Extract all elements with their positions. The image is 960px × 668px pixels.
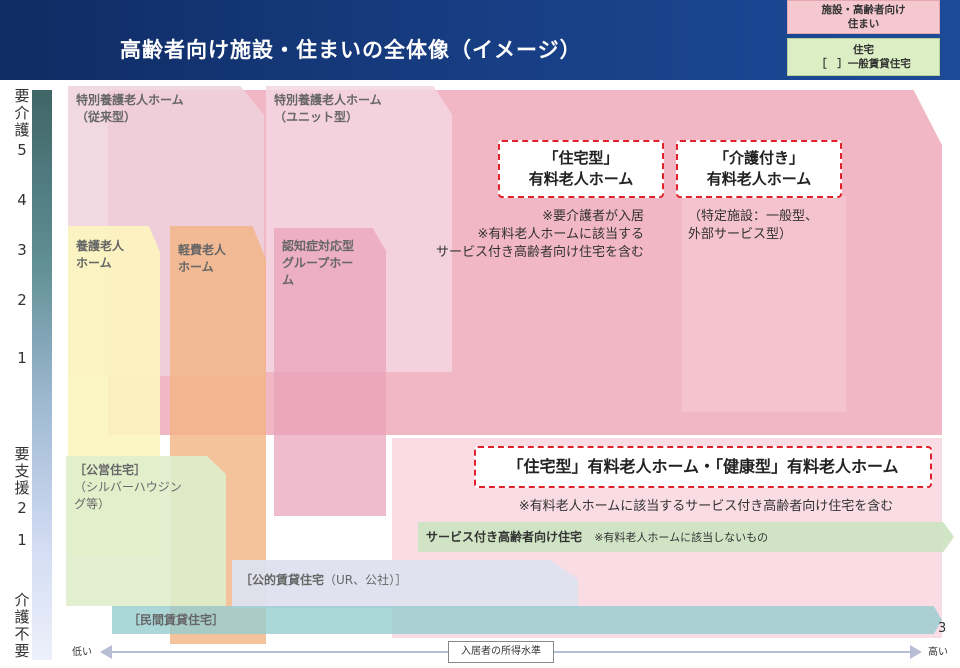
income-axis-label: 入居者の所得水準 bbox=[448, 641, 554, 663]
y-level-5: 5 bbox=[17, 141, 27, 159]
page-number: 3 bbox=[938, 621, 947, 636]
arrow-right-icon bbox=[910, 645, 922, 659]
dementia-group-home: 認知症対応型 グループホーム bbox=[274, 228, 386, 516]
lower-note: ※有料老人ホームに該当するサービス付き高齢者向け住宅を含む bbox=[518, 499, 894, 514]
legend-facility: 施設・高齢者向け 住まい bbox=[787, 0, 940, 34]
legend-facility-line2: 住まい bbox=[847, 18, 880, 30]
serviced-elderly-housing: サービス付き高齢者向け住宅 ※有料老人ホームに該当しないもの bbox=[418, 522, 954, 552]
private-rental-housing: ［民間賃貸住宅］ bbox=[112, 606, 942, 634]
y-label-support-needed: 要支援 bbox=[14, 445, 30, 497]
legend-housing: 住宅 ［ ］一般賃貸住宅 bbox=[787, 38, 940, 76]
y-level-1: 1 bbox=[17, 349, 27, 367]
x-axis-low: 低い bbox=[72, 647, 92, 658]
y-label-no-care: 介護不要 bbox=[14, 591, 30, 660]
lower-paid-home-callout: 「住宅型」有料老人ホーム・「健康型」有料老人ホーム bbox=[474, 446, 932, 488]
jutaku-type-callout: 「住宅型」 有料老人ホーム bbox=[498, 140, 664, 198]
legend-housing-line1: 住宅 bbox=[853, 44, 874, 56]
y-level-3: 3 bbox=[17, 241, 27, 259]
x-axis-high: 高い bbox=[928, 647, 948, 658]
public-housing: ［公営住宅］ （シルバーハウジン グ等） bbox=[66, 456, 226, 606]
arrow-left-icon bbox=[100, 645, 112, 659]
public-rental-housing: ［公的賃貸住宅（UR、公社）］ bbox=[232, 560, 578, 608]
kaigo-notes: （特定施設：一般型、 外部サービス型） bbox=[688, 209, 819, 242]
page-title: 高齢者向け施設・住まいの全体像（イメージ） bbox=[120, 38, 582, 62]
legend-facility-line1: 施設・高齢者向け bbox=[821, 4, 906, 16]
y-level-2: 2 bbox=[17, 291, 27, 309]
y-level-4: 4 bbox=[17, 191, 27, 209]
y-support-2: 2 bbox=[17, 499, 27, 517]
legend-housing-line2: ［ ］一般賃貸住宅 bbox=[816, 58, 911, 70]
kaigo-type-callout: 「介護付き」 有料老人ホーム bbox=[676, 140, 842, 198]
jutaku-notes: ※要介護者が入居 ※有料老人ホームに該当する サービス付き高齢者向け住宅を含む bbox=[435, 209, 644, 260]
care-level-axis-bar bbox=[32, 90, 52, 660]
y-support-1: 1 bbox=[17, 531, 27, 549]
y-label-care-needed: 要介護 bbox=[14, 87, 30, 139]
